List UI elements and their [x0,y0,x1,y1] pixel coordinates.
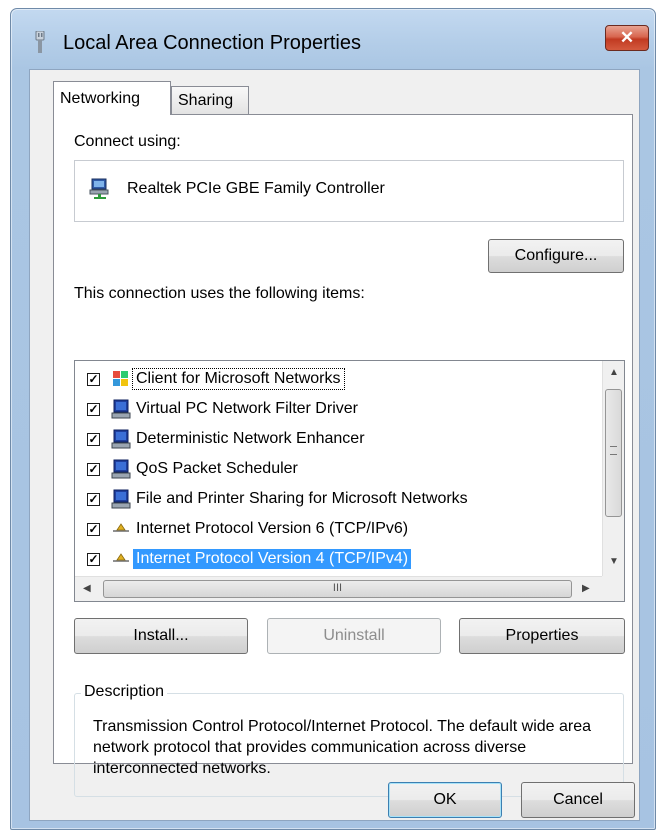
scroll-down-icon[interactable]: ▼ [609,556,619,567]
checkbox-client[interactable]: ✓ [87,372,100,386]
scroll-right-icon[interactable]: ▶ [582,583,590,594]
network-client-icon [113,371,128,386]
list-item[interactable]: ✓ Virtual PC Network Filter Driver [75,394,602,424]
items-list[interactable]: ✓ Client for Microsoft Networks ✓ Virtua… [74,360,625,602]
close-button[interactable]: ✕ [605,25,649,51]
list-item[interactable]: ✓ Internet Protocol Version 6 (TCP/IPv6) [75,514,602,544]
dialog-window: Local Area Connection Properties ✕ Netwo… [10,8,656,830]
install-button[interactable]: Install... [74,618,248,654]
list-item[interactable]: ✓ QoS Packet Scheduler [75,454,602,484]
uninstall-button[interactable]: Uninstall [267,618,441,654]
checkbox-ipv6[interactable]: ✓ [87,522,100,536]
scroll-up-icon[interactable]: ▲ [609,367,619,378]
checkbox-qos[interactable]: ✓ [87,462,100,476]
client-area: Networking Sharing Connect using: Realte… [29,69,640,821]
description-text: Transmission Control Protocol/Internet P… [93,718,592,777]
horizontal-scrollbar[interactable]: ◀ III ▶ [75,576,602,601]
tab-sharing[interactable]: Sharing [171,86,249,114]
tab-networking[interactable]: Networking [53,81,171,115]
grip-icon [610,446,617,455]
connect-using-label: Connect using: [74,133,181,150]
horizontal-scroll-thumb[interactable]: III [103,580,572,598]
close-icon: ✕ [619,28,635,47]
item-label: File and Printer Sharing for Microsoft N… [136,490,468,507]
adapter-name: Realtek PCIe GBE Family Controller [127,180,385,197]
protocol-icon [113,523,129,532]
adapter-field: Realtek PCIe GBE Family Controller [74,160,624,222]
properties-button[interactable]: Properties [459,618,625,654]
item-label: Internet Protocol Version 6 (TCP/IPv6) [136,520,409,537]
computer-service-icon [111,489,131,509]
cancel-button[interactable]: Cancel [521,782,635,818]
checkbox-file-printer[interactable]: ✓ [87,492,100,506]
scroll-left-icon[interactable]: ◀ [83,583,91,594]
protocol-icon [113,553,129,562]
list-item[interactable]: ✓ Client for Microsoft Networks [75,364,602,394]
item-label: Virtual PC Network Filter Driver [136,400,358,417]
item-label: Deterministic Network Enhancer [136,430,365,447]
scroll-corner [602,576,624,601]
list-item[interactable]: ✓ Deterministic Network Enhancer [75,424,602,454]
checkbox-virtual-pc[interactable]: ✓ [87,402,100,416]
list-item[interactable]: ✓ Internet Protocol Version 4 (TCP/IPv4) [75,544,602,574]
ethernet-plug-icon [35,31,45,53]
window-title: Local Area Connection Properties [63,32,361,54]
vertical-scrollbar[interactable]: ▲ ▼ [602,361,624,576]
computer-service-icon [111,459,131,479]
items-label: This connection uses the following items… [74,285,365,302]
item-label: Client for Microsoft Networks [132,368,345,390]
title-bar[interactable]: Local Area Connection Properties ✕ [11,9,655,69]
tab-sharing-label: Sharing [178,91,234,109]
item-label: Internet Protocol Version 4 (TCP/IPv4) [133,549,412,569]
configure-button[interactable]: Configure... [488,239,624,273]
network-adapter-icon [89,178,109,199]
list-item[interactable]: ✓ File and Printer Sharing for Microsoft… [75,484,602,514]
checkbox-ipv4[interactable]: ✓ [87,552,100,566]
item-label: QoS Packet Scheduler [136,460,298,477]
computer-service-icon [111,399,131,419]
ok-button[interactable]: OK [388,782,502,818]
tab-networking-label: Networking [60,89,141,107]
computer-service-icon [111,429,131,449]
description-legend: Description [81,683,168,701]
networking-panel: Connect using: Realtek PCIe GBE Family C… [53,114,633,797]
vertical-scroll-thumb[interactable] [605,389,622,517]
checkbox-deterministic[interactable]: ✓ [87,432,100,446]
